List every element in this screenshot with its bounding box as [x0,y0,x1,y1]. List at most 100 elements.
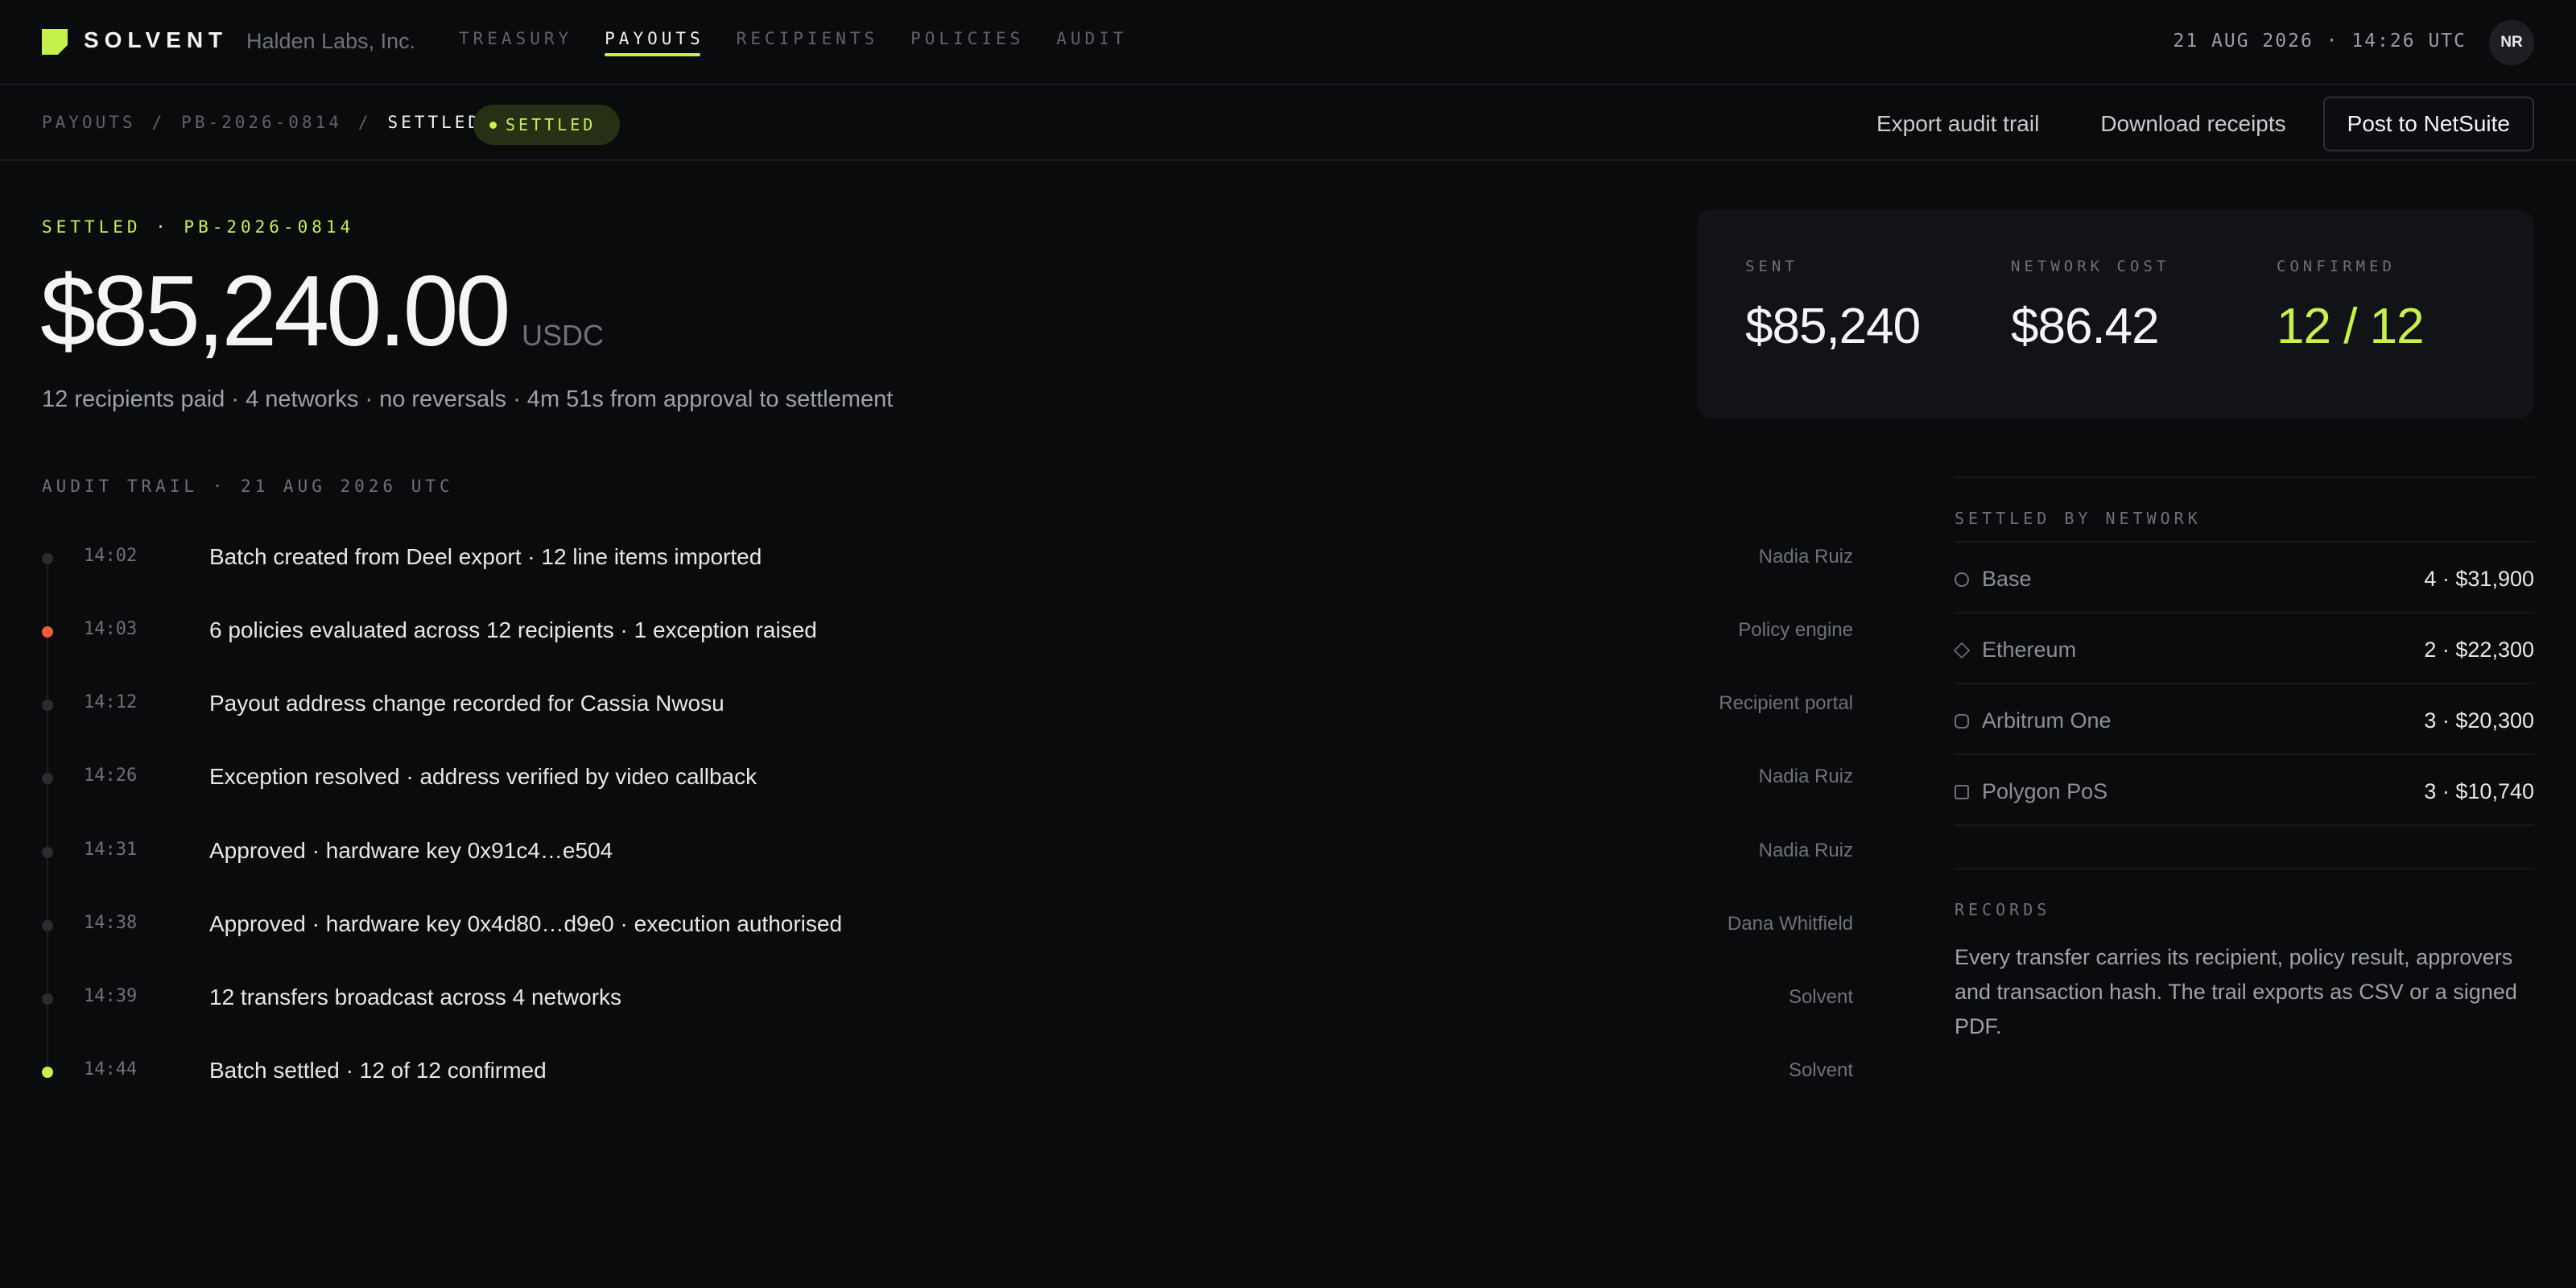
logo-icon [42,29,68,55]
event-time: 14:02 [84,546,138,566]
main-nav: TREASURY PAYOUTS RECIPIENTS POLICIES AUD… [459,29,1159,56]
event-dot-icon [42,553,53,564]
audit-event[interactable]: 14:39 12 transfers broadcast across 4 ne… [42,962,1853,1034]
batch-status-label: SETTLED · PB-2026-0814 [42,217,355,237]
event-time: 14:03 [84,619,138,639]
circle-icon [1955,572,1969,587]
event-text: Approved · hardware key 0x91c4…e504 [209,838,613,863]
status-dot-icon [489,122,497,129]
event-time: 14:31 [84,840,138,860]
records-description: Every transfer carries its recipient, po… [1955,945,2517,1038]
event-time: 14:12 [84,692,138,712]
stat-confirmed: CONFIRMED 12 / 12 [2277,258,2425,355]
event-time: 14:38 [84,913,138,933]
event-actor: Solvent [1788,1059,1853,1081]
event-dot-icon [42,847,53,858]
network-value: 3 · $10,740 [2424,779,2534,803]
network-row-arbitrum[interactable]: Arbitrum One 3 · $20,300 [1955,684,2534,755]
audit-trail-title: AUDIT TRAIL · 21 AUG 2026 UTC [42,477,454,496]
stat-network-cost: NETWORK COST $86.42 [2011,258,2169,355]
event-text: Exception resolved · address verified by… [209,764,758,789]
nav-item-payouts[interactable]: PAYOUTS [605,29,704,56]
status-badge-label: SETTLED [506,115,597,134]
stat-label: SENT [1745,258,1798,275]
breadcrumb-payouts[interactable]: PAYOUTS [42,113,136,132]
breadcrumb-batch[interactable]: PB-2026-0814 [181,113,342,132]
org-name[interactable]: Halden Labs, Inc. [246,29,415,54]
records-title: RECORDS [1955,900,2051,919]
network-value: 4 · $31,900 [2424,567,2534,591]
event-time: 14:39 [84,986,138,1006]
stat-value: 12 / 12 [2277,299,2425,354]
network-name: Base [1982,567,2032,591]
network-value: 3 · $20,300 [2424,708,2534,733]
square-icon [1955,785,1969,799]
current-datetime: 21 AUG 2026 · 14:26 UTC [2173,31,2467,52]
stat-value: $86.42 [2011,299,2160,354]
breadcrumb: PAYOUTS / PB-2026-0814 / SETTLED [42,113,481,132]
networks-title: SETTLED BY NETWORK [1955,509,2202,528]
event-actor: Nadia Ruiz [1758,766,1853,787]
event-actor: Dana Whitfield [1727,913,1853,935]
nav-item-policies[interactable]: POLICIES [910,29,1024,56]
audit-event[interactable]: 14:12 Payout address change recorded for… [42,668,1853,741]
network-row-polygon[interactable]: Polygon PoS 3 · $10,740 [1955,755,2534,826]
event-dot-icon [42,773,53,784]
diamond-icon [1953,642,1971,659]
event-text: Batch settled · 12 of 12 confirmed [209,1058,547,1083]
network-value: 2 · $22,300 [2424,638,2534,662]
network-name: Ethereum [1982,638,2077,662]
app-name[interactable]: SOLVENT [84,27,228,53]
event-actor: Solvent [1788,986,1853,1008]
page-header-bar: PAYOUTS / PB-2026-0814 / SETTLED SETTLED… [0,85,2576,161]
divider [1955,868,2534,869]
breadcrumb-separator: / [151,113,166,132]
audit-event[interactable]: 14:44 Batch settled · 12 of 12 confirmed… [42,1035,1853,1108]
breadcrumb-current: SETTLED [387,113,482,132]
batch-total-amount: $85,240.00 [40,256,511,367]
stat-label: CONFIRMED [2277,258,2396,275]
audit-event[interactable]: 14:38 Approved · hardware key 0x4d80…d9e… [42,889,1853,961]
audit-event[interactable]: 14:02 Batch created from Deel export · 1… [42,522,1853,594]
event-actor: Policy engine [1738,619,1853,641]
network-row-ethereum[interactable]: Ethereum 2 · $22,300 [1953,613,2534,684]
event-actor: Recipient portal [1719,692,1853,714]
divider [1955,477,2534,478]
batch-currency: USDC [522,319,605,352]
event-text: Approved · hardware key 0x4d80…d9e0 · ex… [209,911,843,936]
post-to-netsuite-button[interactable]: Post to NetSuite [2322,97,2534,151]
audit-event[interactable]: 14:26 Exception resolved · address verif… [42,741,1853,814]
status-badge: SETTLED [473,105,621,145]
event-dot-icon [42,700,53,711]
event-time: 14:44 [84,1059,138,1080]
event-success-dot-icon [42,1067,53,1078]
breadcrumb-separator: / [357,113,372,132]
stat-value: $85,240 [1745,299,1921,354]
event-dot-icon [42,920,53,931]
event-text: 6 policies evaluated across 12 recipient… [209,617,817,642]
nav-item-audit[interactable]: AUDIT [1056,29,1127,56]
audit-event[interactable]: 14:03 6 policies evaluated across 12 rec… [42,595,1853,667]
event-dot-icon [42,993,53,1005]
audit-event[interactable]: 14:31 Approved · hardware key 0x91c4…e50… [42,815,1853,888]
event-text: Payout address change recorded for Cassi… [209,691,724,716]
stats-card: SENT $85,240 NETWORK COST $86.42 CONFIRM… [1697,209,2534,419]
stat-sent: SENT $85,240 [1745,258,1921,355]
download-receipts-button[interactable]: Download receipts [2100,111,2285,137]
network-row-base[interactable]: Base 4 · $31,900 [1955,543,2534,613]
nav-item-treasury[interactable]: TREASURY [459,29,572,56]
event-time: 14:26 [84,766,138,786]
top-bar: SOLVENT Halden Labs, Inc. TREASURY PAYOU… [0,0,2576,85]
event-actor: Nadia Ruiz [1758,840,1853,861]
event-alert-dot-icon [42,626,53,638]
network-name: Polygon PoS [1982,779,2108,803]
event-text: 12 transfers broadcast across 4 networks [209,985,622,1009]
hexagon-icon [1955,714,1969,729]
stat-label: NETWORK COST [2011,258,2170,275]
nav-item-recipients[interactable]: RECIPIENTS [737,29,878,56]
event-actor: Nadia Ruiz [1758,546,1853,568]
avatar[interactable]: NR [2489,20,2534,65]
batch-summary: 12 recipients paid · 4 networks · no rev… [42,386,894,412]
export-audit-trail-button[interactable]: Export audit trail [1876,111,2039,137]
event-text: Batch created from Deel export · 12 line… [209,544,762,569]
